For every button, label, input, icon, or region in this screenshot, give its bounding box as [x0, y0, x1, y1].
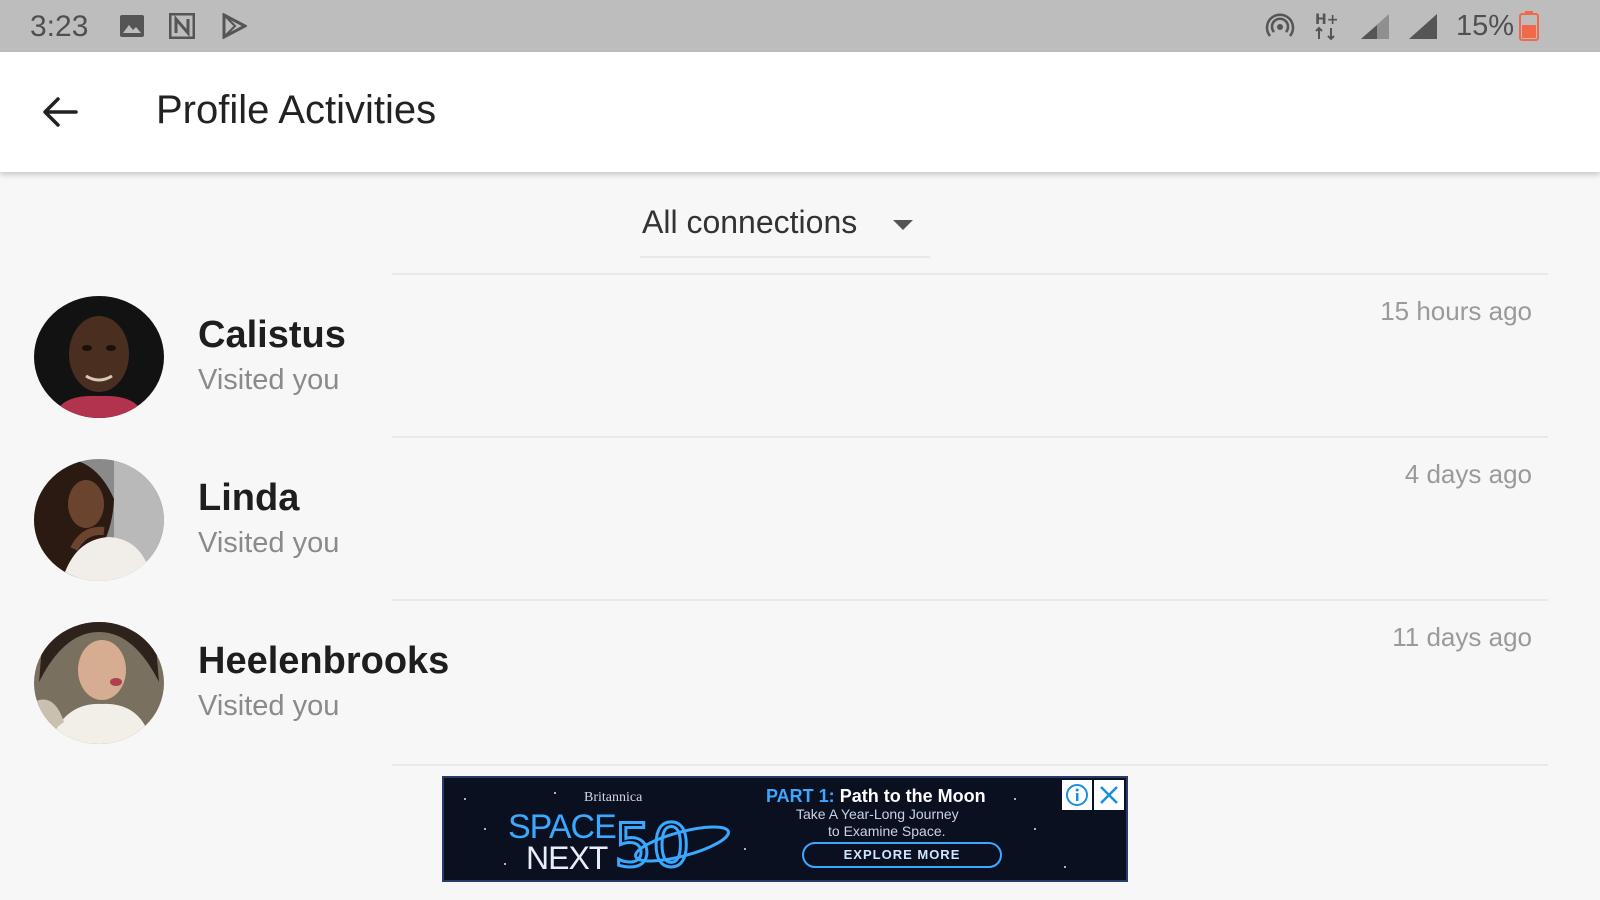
battery-percent: 15% [1456, 10, 1515, 42]
star-decoration [1064, 866, 1066, 868]
activity-name: Calistus [198, 314, 346, 356]
gallery-icon [118, 12, 146, 40]
status-time: 3:23 [30, 10, 89, 43]
list-item[interactable]: Linda Visited you 4 days ago [0, 437, 1600, 599]
activity-name: Linda [198, 477, 300, 519]
activity-time: 15 hours ago [1380, 296, 1532, 326]
list-item[interactable]: Heelenbrooks Visited you 11 days ago [0, 600, 1600, 762]
ad-headline-text: Path to the Moon [839, 786, 986, 806]
filter-selected-value: All connections [642, 204, 858, 240]
svg-text:H+: H+ [1315, 12, 1338, 28]
avatar[interactable] [34, 296, 164, 418]
avatar[interactable] [34, 622, 164, 744]
activity-action: Visited you [198, 364, 340, 396]
caret-down-icon [892, 218, 914, 236]
star-decoration [464, 798, 466, 800]
page-title: Profile Activities [156, 88, 437, 132]
star-decoration [1014, 798, 1016, 800]
hotspot-icon [1264, 12, 1296, 40]
activity-name: Heelenbrooks [198, 640, 450, 682]
divider [392, 764, 1548, 766]
ad-subtitle: to Examine Space. [828, 823, 946, 839]
star-decoration [1034, 828, 1036, 830]
ad-banner[interactable]: Britannica SPACE NEXT 50 PART 1: Path to… [442, 776, 1128, 882]
battery-low-icon [1518, 11, 1540, 41]
star-decoration [554, 792, 556, 794]
app-bar: Profile Activities [0, 52, 1600, 172]
connections-filter-dropdown[interactable]: All connections [640, 196, 930, 258]
planet-fifty-logo: 50 [613, 810, 730, 876]
ad-close-icon[interactable] [1094, 780, 1124, 810]
star-decoration [504, 863, 506, 865]
arrow-back-icon [43, 97, 78, 127]
h-plus-data-icon: H+ [1312, 12, 1342, 41]
ad-subtitle: Take A Year-Long Journey [796, 806, 959, 822]
activity-time: 4 days ago [1404, 459, 1532, 489]
ad-explore-button[interactable]: EXPLORE MORE [802, 842, 1002, 868]
back-button[interactable] [36, 88, 84, 136]
play-store-icon [220, 12, 248, 40]
status-bar: 3:23 H+ 15% [0, 0, 1600, 52]
ad-brand: Britannica [584, 790, 643, 805]
list-item[interactable]: Calistus Visited you 15 hours ago [0, 274, 1600, 436]
signal-icon [1358, 12, 1392, 40]
activity-action: Visited you [198, 690, 340, 722]
ad-part-label: PART 1: [766, 786, 835, 806]
ad-next-text: NEXT [526, 840, 608, 876]
star-decoration [744, 848, 746, 850]
avatar[interactable] [34, 459, 164, 581]
activity-time: 11 days ago [1392, 622, 1532, 652]
activity-action: Visited you [198, 527, 340, 559]
ad-info-icon[interactable] [1062, 780, 1092, 810]
ad-headline: PART 1: Path to the Moon [766, 786, 986, 807]
signal-icon [1406, 12, 1440, 40]
news-icon [168, 12, 196, 40]
star-decoration [484, 828, 486, 830]
